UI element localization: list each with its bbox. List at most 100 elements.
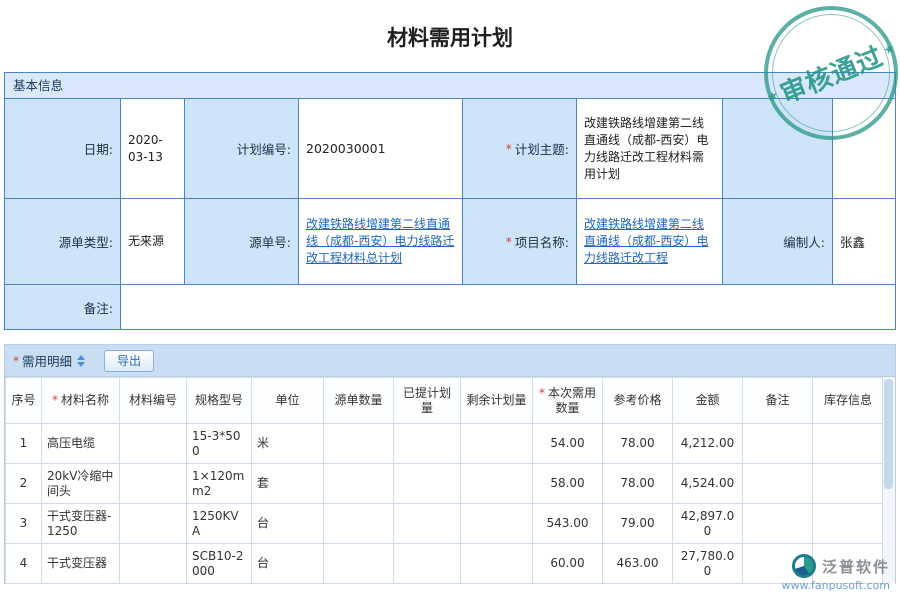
scrollbar-thumb[interactable] — [884, 379, 893, 489]
table-cell: 4,524.00 — [673, 464, 743, 504]
header-row: 序号*材料名称材料编号规格型号单位源单数量已提计划量剩余计划量*本次需用数量参考… — [6, 378, 884, 424]
column-header: 备注 — [743, 378, 813, 424]
table-cell — [743, 504, 813, 544]
table-row: 4干式变压器SCB10-2000台60.00463.0027,780.00 — [6, 544, 884, 584]
table-cell — [394, 464, 461, 504]
basic-info-header: 基本信息 — [5, 73, 895, 99]
table-row: 220kV冷缩中间头1×120mm2套58.0078.004,524.00 — [6, 464, 884, 504]
column-header: 金额 — [673, 378, 743, 424]
sort-icon[interactable] — [77, 351, 85, 371]
table-cell: 78.00 — [603, 464, 673, 504]
table-cell: 1×120mm2 — [187, 464, 252, 504]
table-cell: SCB10-2000 — [187, 544, 252, 584]
vertical-scrollbar[interactable] — [882, 377, 895, 584]
table-cell: 米 — [252, 424, 324, 464]
table-cell — [120, 544, 187, 584]
empty-value-cell — [833, 99, 895, 199]
table-cell: 1250KVA — [187, 504, 252, 544]
project-link[interactable]: 改建铁路线增建第二线直通线（成都-西安）电力线路迁改工程 — [584, 216, 715, 267]
table-cell: 3 — [6, 504, 42, 544]
table-cell: 2 — [6, 464, 42, 504]
column-header: 规格型号 — [187, 378, 252, 424]
table-cell: 高压电缆 — [42, 424, 120, 464]
plan-no-value: 2020030001 — [299, 99, 463, 199]
column-header: 参考价格 — [603, 378, 673, 424]
table-cell — [461, 544, 533, 584]
table-cell: 78.00 — [603, 424, 673, 464]
source-doc-link[interactable]: 改建铁路线增建第二线直通线（成都-西安）电力线路迁改工程材料总计划 — [306, 216, 455, 267]
editor-label: 编制人: — [723, 199, 833, 285]
page: 材料需用计划 ★ 审核通过 ★ 基本信息 日期: 2020-03-13 计划编号… — [0, 0, 900, 600]
table-cell — [813, 504, 884, 544]
basic-info-section: 基本信息 日期: 2020-03-13 计划编号: 2020030001 * 计… — [4, 72, 896, 330]
table-cell: 463.00 — [603, 544, 673, 584]
project-label-text: 项目名称: — [515, 232, 569, 251]
table-cell: 台 — [252, 544, 324, 584]
required-mark: * — [506, 235, 512, 249]
required-mark: * — [539, 386, 545, 400]
table-cell — [461, 504, 533, 544]
date-value: 2020-03-13 — [121, 99, 185, 199]
column-header: *本次需用数量 — [533, 378, 603, 424]
source-no-cell: 改建铁路线增建第二线直通线（成都-西安）电力线路迁改工程材料总计划 — [299, 199, 463, 285]
table-cell — [394, 424, 461, 464]
table-cell — [120, 424, 187, 464]
detail-section-title: 需用明细 — [22, 351, 72, 370]
vendor-watermark: 泛普软件 www.fanpusoft.com — [782, 554, 890, 592]
table-cell — [324, 544, 394, 584]
column-header: 材料编号 — [120, 378, 187, 424]
table-cell: 1 — [6, 424, 42, 464]
editor-value: 张鑫 — [833, 199, 895, 285]
column-header: 剩余计划量 — [461, 378, 533, 424]
table-cell: 60.00 — [533, 544, 603, 584]
table-cell: 20kV冷缩中间头 — [42, 464, 120, 504]
project-label: * 项目名称: — [463, 199, 577, 285]
column-header: 单位 — [252, 378, 324, 424]
table-cell: 干式变压器-1250 — [42, 504, 120, 544]
subject-label-text: 计划主题: — [515, 139, 569, 158]
detail-table-area: 序号*材料名称材料编号规格型号单位源单数量已提计划量剩余计划量*本次需用数量参考… — [5, 377, 895, 584]
project-cell: 改建铁路线增建第二线直通线（成都-西安）电力线路迁改工程 — [577, 199, 723, 285]
column-header: *材料名称 — [42, 378, 120, 424]
export-button[interactable]: 导出 — [104, 350, 154, 372]
required-mark: * — [13, 354, 19, 368]
table-cell — [813, 424, 884, 464]
detail-section: * 需用明细 导出 序号*材料名称材料编号规格型号单位源单数量已提计划量剩余计划… — [4, 344, 896, 584]
table-cell — [120, 504, 187, 544]
column-header: 已提计划量 — [394, 378, 461, 424]
required-mark: * — [506, 142, 512, 156]
table-cell — [394, 544, 461, 584]
table-cell: 543.00 — [533, 504, 603, 544]
source-no-label: 源单号: — [185, 199, 299, 285]
detail-table: 序号*材料名称材料编号规格型号单位源单数量已提计划量剩余计划量*本次需用数量参考… — [5, 377, 884, 584]
table-cell — [461, 424, 533, 464]
table-cell — [324, 464, 394, 504]
date-label: 日期: — [5, 99, 121, 199]
table-cell — [743, 464, 813, 504]
column-header: 源单数量 — [324, 378, 394, 424]
detail-table-head: 序号*材料名称材料编号规格型号单位源单数量已提计划量剩余计划量*本次需用数量参考… — [6, 378, 884, 424]
table-cell — [461, 464, 533, 504]
column-header: 序号 — [6, 378, 42, 424]
vendor-url: www.fanpusoft.com — [782, 579, 890, 592]
remark-value — [121, 285, 895, 329]
remark-label: 备注: — [5, 285, 121, 329]
page-title: 材料需用计划 — [0, 0, 900, 72]
table-cell: 42,897.00 — [673, 504, 743, 544]
source-type-value: 无来源 — [121, 199, 185, 285]
table-cell — [813, 464, 884, 504]
required-mark: * — [52, 393, 58, 407]
table-cell: 58.00 — [533, 464, 603, 504]
table-cell — [394, 504, 461, 544]
empty-label-cell — [723, 99, 833, 199]
table-cell: 4 — [6, 544, 42, 584]
table-cell: 15-3*500 — [187, 424, 252, 464]
table-cell: 台 — [252, 504, 324, 544]
table-cell — [324, 424, 394, 464]
table-cell — [743, 424, 813, 464]
source-type-label: 源单类型: — [5, 199, 121, 285]
vendor-logo-icon — [792, 554, 816, 578]
detail-table-body: 1高压电缆15-3*500米54.0078.004,212.00220kV冷缩中… — [6, 424, 884, 584]
table-row: 1高压电缆15-3*500米54.0078.004,212.00 — [6, 424, 884, 464]
detail-header-bar: * 需用明细 导出 — [5, 345, 895, 377]
